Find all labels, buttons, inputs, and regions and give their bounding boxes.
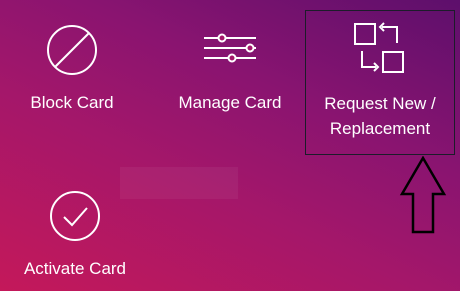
- request-replacement-button[interactable]: Request New / Replacement: [305, 10, 455, 155]
- up-arrow-icon: [399, 156, 447, 234]
- check-circle-icon: [50, 191, 100, 241]
- block-card-button[interactable]: Block Card: [12, 22, 132, 115]
- request-label-line1: Request New /: [324, 94, 436, 113]
- sliders-icon: [204, 33, 256, 63]
- request-label-line2: Replacement: [329, 119, 431, 138]
- activate-card-label: Activate Card: [23, 259, 127, 278]
- block-icon: [47, 25, 97, 75]
- manage-card-label: Manage Card: [178, 93, 282, 112]
- block-card-label: Block Card: [30, 93, 114, 112]
- replace-icon: [354, 22, 404, 73]
- activate-card-button[interactable]: Activate Card: [10, 188, 140, 281]
- manage-card-button[interactable]: Manage Card: [165, 22, 295, 115]
